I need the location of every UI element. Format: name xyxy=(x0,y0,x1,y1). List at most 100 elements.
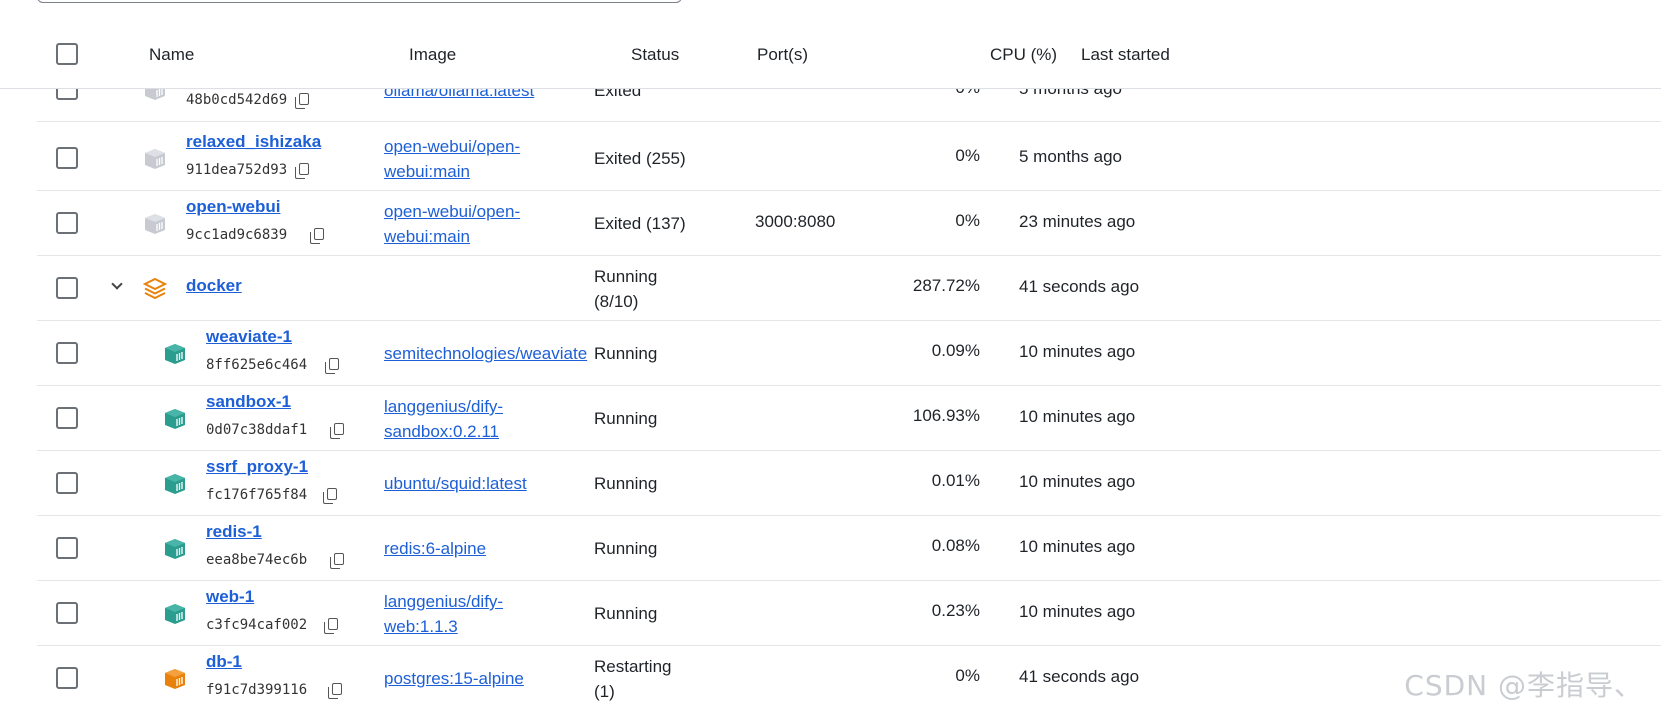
copy-icon[interactable] xyxy=(328,683,342,699)
status-text: Exited (137) xyxy=(594,214,686,233)
column-header-status[interactable]: Status xyxy=(631,45,679,65)
cpu-value: 0.01% xyxy=(931,471,980,490)
image-link[interactable]: ubuntu/squid:latest xyxy=(384,471,596,496)
last-started: 10 minutes ago xyxy=(1019,602,1136,621)
containers-page: 48b0cd542d69 ollama/ollama:latest Exited… xyxy=(0,0,1661,712)
copy-icon[interactable] xyxy=(310,228,324,244)
image-link[interactable]: redis:6-alpine xyxy=(384,536,596,561)
column-header-image[interactable]: Image xyxy=(409,45,456,65)
container-running-icon xyxy=(163,603,187,625)
container-name-link[interactable]: relaxed_ishizaka xyxy=(186,132,321,152)
cpu-value: 0% xyxy=(955,666,980,685)
container-name-link[interactable]: db-1 xyxy=(206,652,242,672)
copy-icon[interactable] xyxy=(325,358,339,374)
table-row[interactable]: ssrf_proxy-1 fc176f765f84 ubuntu/squid:l… xyxy=(37,451,1661,516)
row-checkbox[interactable] xyxy=(56,277,78,299)
last-started: 10 minutes ago xyxy=(1019,407,1136,426)
status-text: Running xyxy=(594,409,658,428)
status-text: Running xyxy=(594,474,658,493)
container-restarting-icon xyxy=(163,668,187,690)
last-started: 10 minutes ago xyxy=(1019,342,1136,361)
table-row[interactable]: redis-1 eea8be74ec6b redis:6-alpine Runn… xyxy=(37,516,1661,581)
table-row[interactable]: weaviate-1 8ff625e6c464 semitechnologies… xyxy=(37,321,1661,386)
cpu-value: 0.23% xyxy=(931,601,980,620)
status-text: Running xyxy=(594,539,658,558)
row-checkbox[interactable] xyxy=(56,472,78,494)
chevron-down-icon[interactable] xyxy=(111,278,123,290)
container-id: 9cc1ad9c6839 xyxy=(186,227,288,243)
copy-icon[interactable] xyxy=(324,618,338,634)
cpu-value: 0% xyxy=(955,146,980,165)
container-running-icon xyxy=(163,538,187,560)
compose-name-link[interactable]: docker xyxy=(186,276,242,296)
row-checkbox[interactable] xyxy=(56,667,78,689)
row-checkbox[interactable] xyxy=(56,212,78,234)
container-name-link[interactable]: redis-1 xyxy=(206,522,262,542)
row-checkbox[interactable] xyxy=(56,342,78,364)
table-row[interactable]: sandbox-1 0d07c38ddaf1 langgenius/dify-s… xyxy=(37,386,1661,451)
image-link[interactable]: postgres:15-alpine xyxy=(384,666,596,691)
containers-table-body: 48b0cd542d69 ollama/ollama:latest Exited… xyxy=(0,0,1661,712)
column-header-name[interactable]: Name xyxy=(149,45,194,65)
copy-icon[interactable] xyxy=(323,488,337,504)
compose-stack-icon xyxy=(142,277,168,300)
status-text: Exited (255) xyxy=(594,149,686,168)
container-id: fc176f765f84 xyxy=(206,487,308,503)
column-header-cpu[interactable]: CPU (%) xyxy=(990,45,1057,65)
watermark: CSDN @李指导、 xyxy=(1404,669,1643,702)
table-header: Name Image Status Port(s) CPU (%) Last s… xyxy=(0,33,1661,89)
status-text: Running xyxy=(594,604,658,623)
container-id: 0d07c38ddaf1 xyxy=(206,422,308,438)
row-checkbox[interactable] xyxy=(56,407,78,429)
image-link[interactable]: open-webui/open-webui:main xyxy=(384,134,534,184)
cpu-value: 0.08% xyxy=(931,536,980,555)
cpu-value: 0% xyxy=(955,211,980,230)
container-id: 48b0cd542d69 xyxy=(186,92,288,108)
container-gray-icon xyxy=(143,148,167,170)
row-checkbox[interactable] xyxy=(56,537,78,559)
image-link[interactable]: langgenius/dify-sandbox:0.2.11 xyxy=(384,394,524,444)
container-id: 8ff625e6c464 xyxy=(206,357,308,373)
cpu-value: 106.93% xyxy=(912,406,980,425)
container-name-link[interactable]: web-1 xyxy=(206,587,254,607)
copy-icon[interactable] xyxy=(295,163,309,179)
last-started: 41 seconds ago xyxy=(1019,277,1140,296)
container-id: c3fc94caf002 xyxy=(206,617,308,633)
container-name-link[interactable]: sandbox-1 xyxy=(206,392,291,412)
container-gray-icon xyxy=(143,213,167,235)
container-running-icon xyxy=(163,473,187,495)
cpu-value: 287.72% xyxy=(912,276,980,295)
container-name-link[interactable]: weaviate-1 xyxy=(206,327,292,347)
table-row-compose-group[interactable]: docker Running (8/10) 287.72% 41 seconds… xyxy=(37,256,1661,321)
copy-icon[interactable] xyxy=(295,93,309,109)
container-id: eea8be74ec6b xyxy=(206,552,308,568)
container-id: f91c7d399116 xyxy=(206,682,308,698)
container-name-link[interactable]: open-webui xyxy=(186,197,280,217)
image-link[interactable]: langgenius/dify-web:1.1.3 xyxy=(384,589,524,639)
container-running-icon xyxy=(163,343,187,365)
last-started: 23 minutes ago xyxy=(1019,212,1136,231)
last-started: 10 minutes ago xyxy=(1019,537,1136,556)
image-link[interactable]: semitechnologies/weaviate xyxy=(384,341,596,366)
table-row[interactable]: open-webui 9cc1ad9c6839 open-webui/open-… xyxy=(37,191,1661,256)
copy-icon[interactable] xyxy=(330,423,344,439)
select-all-checkbox[interactable] xyxy=(56,43,78,65)
port-mapping[interactable]: 3000:8080 xyxy=(755,212,835,232)
container-id: 911dea752d93 xyxy=(186,162,288,178)
column-header-last-started[interactable]: Last started xyxy=(1081,45,1170,65)
image-link[interactable]: open-webui/open-webui:main xyxy=(384,199,534,249)
table-row[interactable]: web-1 c3fc94caf002 langgenius/dify-web:1… xyxy=(37,581,1661,646)
table-row[interactable]: relaxed_ishizaka 911dea752d93 open-webui… xyxy=(37,126,1661,191)
status-text: Restarting (1) xyxy=(594,657,672,701)
status-text: Running xyxy=(594,344,658,363)
row-checkbox[interactable] xyxy=(56,147,78,169)
status-text: Running (8/10) xyxy=(594,267,658,311)
row-checkbox[interactable] xyxy=(56,602,78,624)
copy-icon[interactable] xyxy=(330,553,344,569)
last-started: 5 months ago xyxy=(1019,147,1123,166)
column-header-ports[interactable]: Port(s) xyxy=(757,45,808,65)
container-name-link[interactable]: ssrf_proxy-1 xyxy=(206,457,308,477)
cpu-value: 0.09% xyxy=(931,341,980,360)
last-started: 10 minutes ago xyxy=(1019,472,1136,491)
container-running-icon xyxy=(163,408,187,430)
